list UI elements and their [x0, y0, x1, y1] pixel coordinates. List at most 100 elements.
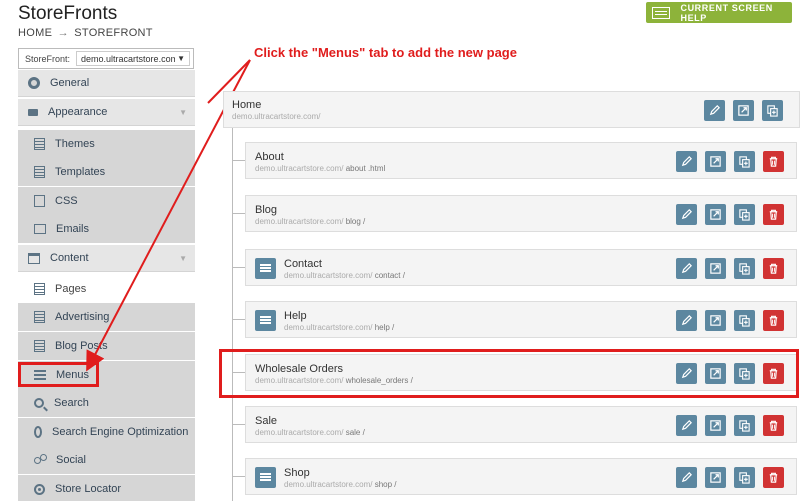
page-url-help[interactable]: demo.ultracartstore.com/ help / [284, 323, 394, 332]
trash-icon [769, 156, 778, 167]
page-url-blog[interactable]: demo.ultracartstore.com/ blog / [255, 217, 365, 226]
sidebar-item-content[interactable]: Content ▼ [18, 245, 195, 272]
open-page-button[interactable] [705, 151, 726, 172]
add-child-page-button[interactable] [734, 415, 755, 436]
storefront-select-value[interactable]: demo.ultracartstore.com ▼ [76, 51, 190, 66]
sidebar-item-label: Themes [55, 138, 95, 150]
themes-icon [34, 138, 45, 150]
content-icon [28, 252, 40, 264]
breadcrumb-storefront: STOREFRONT [74, 27, 153, 39]
chevron-down-icon: ▼ [177, 54, 185, 63]
open-page-button[interactable] [733, 100, 754, 121]
sidebar-item-general[interactable]: General [18, 70, 195, 97]
sidebar-item-social[interactable]: Social [18, 446, 195, 474]
open-page-button[interactable] [705, 467, 726, 488]
edit-button[interactable] [676, 310, 697, 331]
breadcrumb-separator: → [57, 27, 69, 39]
templates-icon [34, 166, 45, 178]
sidebar-item-store-locator[interactable]: Store Locator [18, 475, 195, 501]
advertising-icon [34, 311, 45, 323]
sidebar-item-label: General [50, 77, 90, 89]
page-title-shop: Shop [284, 467, 310, 479]
trash-icon [769, 420, 778, 431]
email-icon [34, 224, 46, 234]
storefront-select[interactable]: StoreFront: demo.ultracartstore.com ▼ [18, 48, 194, 69]
current-screen-help-button[interactable]: CURRENT SCREEN HELP [646, 2, 792, 23]
trash-icon [769, 209, 778, 220]
sidebar-item-appearance[interactable]: Appearance ▼ [18, 99, 195, 126]
open-page-button[interactable] [705, 258, 726, 279]
trash-icon [769, 472, 778, 483]
delete-button[interactable] [763, 310, 784, 331]
delete-button[interactable] [763, 204, 784, 225]
add-child-page-button[interactable] [734, 467, 755, 488]
copy-add-icon [739, 472, 750, 484]
pencil-icon [681, 315, 692, 326]
edit-button[interactable] [704, 100, 725, 121]
page-row-sale[interactable]: Sale demo.ultracartstore.com/ sale / [245, 406, 797, 443]
edit-button[interactable] [676, 258, 697, 279]
page-row-help[interactable]: Help demo.ultracartstore.com/ help / [245, 301, 797, 338]
page-row-home[interactable]: Home demo.ultracartstore.com/ [223, 91, 800, 128]
open-page-button[interactable] [705, 204, 726, 225]
page-title-sale: Sale [255, 415, 278, 427]
wholesale-highlight-box [219, 349, 799, 398]
page-row-contact[interactable]: Contact demo.ultracartstore.com/ contact … [245, 249, 797, 286]
add-child-page-button[interactable] [734, 258, 755, 279]
delete-button[interactable] [763, 151, 784, 172]
menus-highlight-box [18, 362, 99, 387]
breadcrumb-home[interactable]: HOME [18, 27, 52, 39]
sidebar-item-emails[interactable]: Emails [18, 215, 195, 243]
help-screen-icon [652, 6, 671, 19]
page-row-about[interactable]: About demo.ultracartstore.com/ about .htm… [245, 142, 797, 179]
sidebar-item-label: Content [50, 252, 89, 264]
sidebar-item-label: CSS [55, 195, 78, 207]
page-row-blog[interactable]: Blog demo.ultracartstore.com/ blog / [245, 195, 797, 232]
sidebar-item-templates[interactable]: Templates [18, 158, 195, 186]
page-url-about[interactable]: demo.ultracartstore.com/ about .html [255, 164, 385, 173]
sidebar-item-label: Social [56, 454, 86, 466]
page-row-shop[interactable]: Shop demo.ultracartstore.com/ shop / [245, 458, 797, 495]
edit-button[interactable] [676, 204, 697, 225]
external-link-icon [710, 472, 721, 483]
add-child-page-button[interactable] [762, 100, 783, 121]
sidebar-item-search[interactable]: Search [18, 389, 195, 417]
edit-button[interactable] [676, 415, 697, 436]
page-title: StoreFronts [18, 3, 118, 24]
sidebar-item-label: Emails [56, 223, 90, 235]
delete-button[interactable] [763, 467, 784, 488]
seo-icon [34, 426, 42, 438]
page: StoreFronts HOME → STOREFRONT CURRENT SC… [0, 0, 800, 501]
sidebar-item-pages[interactable]: Pages [18, 275, 195, 303]
sidebar-item-themes[interactable]: Themes [18, 130, 195, 158]
page-url-home[interactable]: demo.ultracartstore.com/ [232, 112, 320, 121]
page-url-shop[interactable]: demo.ultracartstore.com/ shop / [284, 480, 397, 489]
add-child-page-button[interactable] [734, 310, 755, 331]
sidebar-item-seo[interactable]: Search Engine Optimization [18, 418, 195, 446]
search-icon [34, 398, 44, 408]
annotation-text: Click the "Menus" tab to add the new pag… [254, 45, 517, 60]
edit-button[interactable] [676, 151, 697, 172]
page-url-contact[interactable]: demo.ultracartstore.com/ contact / [284, 271, 405, 280]
open-page-button[interactable] [705, 310, 726, 331]
open-page-button[interactable] [705, 415, 726, 436]
chevron-down-icon: ▼ [179, 253, 187, 263]
store-locator-icon [34, 483, 45, 495]
page-title-blog: Blog [255, 204, 278, 216]
delete-button[interactable] [763, 258, 784, 279]
page-title-home: Home [232, 99, 262, 111]
sidebar-item-css[interactable]: CSS [18, 187, 195, 215]
page-url-sale[interactable]: demo.ultracartstore.com/ sale / [255, 428, 365, 437]
sidebar-item-advertising[interactable]: Advertising [18, 303, 195, 331]
edit-button[interactable] [676, 467, 697, 488]
delete-button[interactable] [763, 415, 784, 436]
tree-branch [232, 319, 245, 320]
add-child-page-button[interactable] [734, 151, 755, 172]
menu-page-icon [255, 258, 276, 279]
tree-branch [232, 160, 245, 161]
copy-add-icon [739, 209, 750, 221]
sidebar-item-blog-posts[interactable]: Blog Posts [18, 332, 195, 360]
tree-branch [232, 213, 245, 214]
copy-add-icon [767, 105, 778, 117]
add-child-page-button[interactable] [734, 204, 755, 225]
